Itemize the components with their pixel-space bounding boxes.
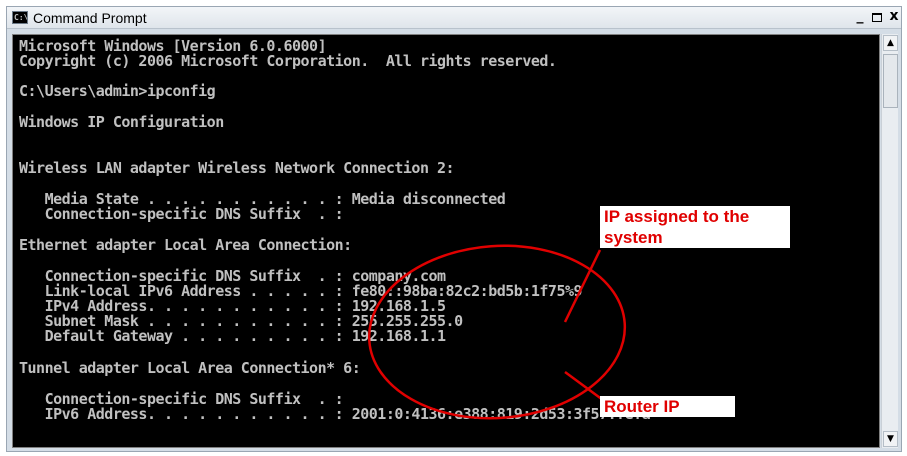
console-line: Copyright (c) 2006 Microsoft Corporation… xyxy=(19,52,557,70)
console-line: Default Gateway . . . . . . . . . : 192.… xyxy=(19,327,446,345)
minimize-button[interactable]: _ xyxy=(852,9,868,25)
console-line: Ethernet adapter Local Area Connection: xyxy=(19,236,352,254)
maximize-button[interactable] xyxy=(869,10,885,25)
scroll-thumb[interactable] xyxy=(883,54,898,108)
console-line: Wireless LAN adapter Wireless Network Co… xyxy=(19,159,455,177)
close-button[interactable]: x xyxy=(886,9,902,25)
console-line: Connection-specific DNS Suffix . : xyxy=(19,205,344,223)
title-bar[interactable]: C:\ Command Prompt _ x xyxy=(7,7,901,29)
command-prompt-icon: C:\ xyxy=(12,11,28,24)
console-line: Windows IP Configuration xyxy=(19,113,224,131)
console-line: Tunnel adapter Local Area Connection* 6: xyxy=(19,359,361,377)
console-line: C:\Users\admin>ipconfig xyxy=(19,82,216,100)
console-line: IPv6 Address. . . . . . . . . . . : 2001… xyxy=(19,405,651,423)
scroll-up-button[interactable]: ▲ xyxy=(883,35,898,51)
vertical-scrollbar[interactable]: ▲ ▼ xyxy=(881,34,898,448)
router-annotation-label: Router IP xyxy=(600,396,735,417)
scroll-down-button[interactable]: ▼ xyxy=(883,431,898,447)
ip-annotation-label: IP assigned to the system xyxy=(600,206,790,248)
window-title: Command Prompt xyxy=(33,10,147,26)
maximize-icon xyxy=(872,13,882,22)
